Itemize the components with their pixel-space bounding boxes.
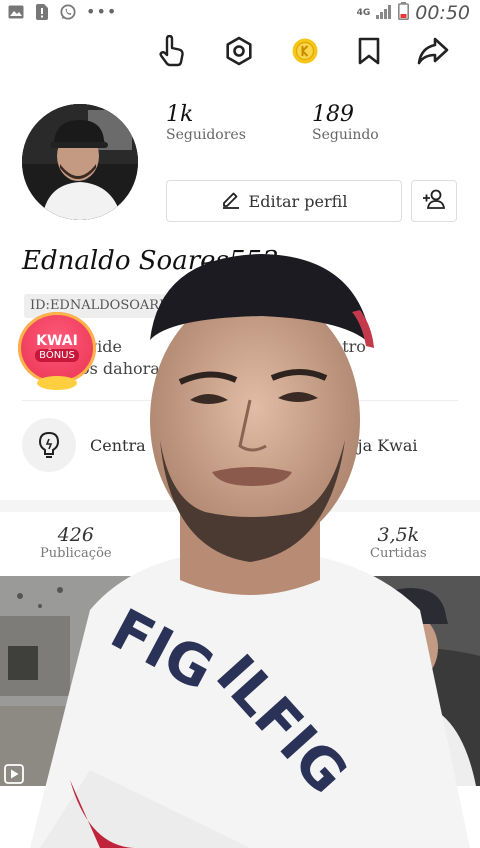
add-friend-button[interactable] [411,180,457,222]
more-notifications-icon: ••• [86,2,118,21]
profile-toolbar [150,30,470,72]
followers-stat[interactable]: 1k Seguidores [166,102,246,143]
edit-profile-button[interactable]: Editar perfil [166,180,402,222]
notification-icons: ••• [8,4,117,20]
edit-profile-label: Editar perfil [248,191,348,211]
settings-hex-icon[interactable] [222,34,256,68]
share-icon[interactable] [416,34,450,68]
overlay-person-photo: FIG ILFIG [0,250,480,848]
pencil-icon [221,189,241,213]
whatsapp-icon [60,4,76,20]
add-user-icon [422,188,446,214]
bookmark-icon[interactable] [352,34,386,68]
followers-count: 1k [166,102,194,127]
pointer-hand-icon[interactable] [156,34,190,68]
battery-icon [398,2,410,24]
avatar[interactable] [22,104,138,220]
network-type: 4G [356,7,371,18]
following-count: 189 [312,102,354,127]
gallery-icon [8,4,24,20]
following-stat[interactable]: 189 Seguindo [312,102,379,143]
signal-icon [376,4,392,23]
system-status: 4G 00:50 [357,2,470,24]
status-bar: ••• 4G 00:50 [0,0,480,26]
followers-label: Seguidores [166,127,246,143]
clock: 00:50 [415,2,470,24]
sim-alert-icon [34,4,50,20]
following-label: Seguindo [312,127,379,143]
coin-icon[interactable] [288,34,322,68]
